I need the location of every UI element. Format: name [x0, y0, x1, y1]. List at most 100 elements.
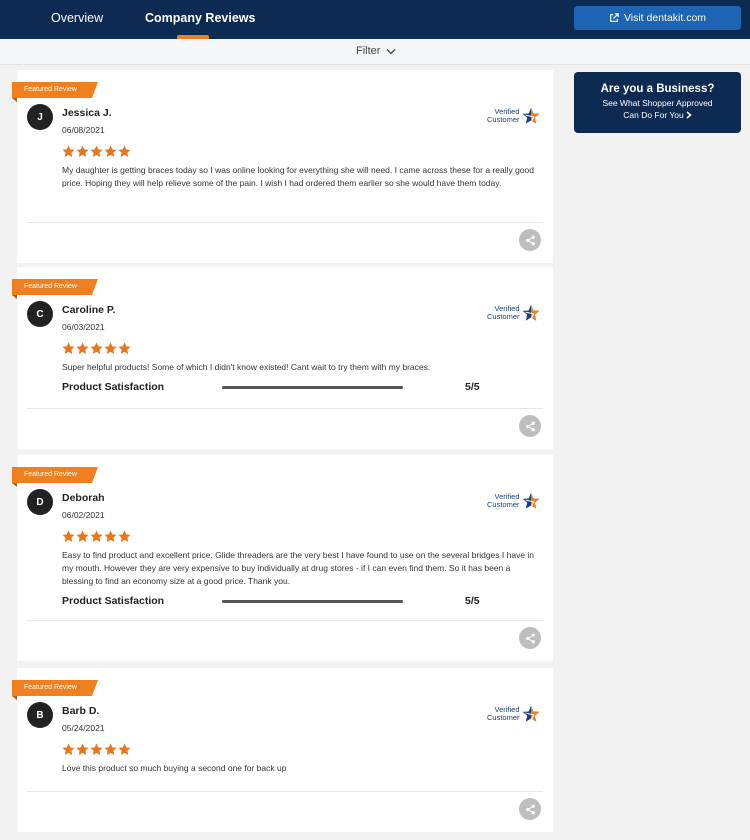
reviewer-name: Caroline P.: [62, 304, 116, 316]
star-icon: [118, 530, 131, 542]
share-button[interactable]: [519, 229, 541, 251]
review-date: 06/03/2021: [62, 322, 105, 332]
chevron-right-icon: [686, 111, 692, 119]
tab-overview[interactable]: Overview: [51, 0, 103, 39]
promo-line-1: See What Shopper Approved: [602, 98, 713, 108]
star-icon: [118, 743, 131, 755]
star-icon: [76, 342, 89, 354]
review-card: Featured Review D Deborah 06/02/2021 Ver…: [12, 455, 553, 661]
tab-company-reviews-label: Company Reviews: [145, 11, 256, 25]
star-icon: [90, 342, 103, 354]
star-rating: [62, 743, 131, 756]
filter-bar: Filter: [0, 39, 750, 65]
review-text: My daughter is getting braces today so I…: [62, 165, 535, 188]
tab-overview-label: Overview: [51, 11, 104, 25]
verified-customer-text: Verified Customer: [487, 303, 520, 321]
star-rating: [62, 342, 131, 355]
filter-label: Filter: [356, 45, 381, 57]
star-icon: [90, 145, 103, 157]
visit-website-label: Visit dentakit.com: [623, 12, 707, 24]
star-icon: [104, 342, 117, 354]
ribbon-fold: [12, 295, 17, 299]
star-icon: [118, 145, 131, 157]
star-icon: [62, 342, 75, 354]
share-button[interactable]: [519, 798, 541, 820]
star-icon: [76, 743, 89, 755]
divider: [27, 408, 543, 409]
avatar: J: [27, 104, 53, 130]
star-icon: [62, 145, 75, 157]
share-button[interactable]: [519, 627, 541, 649]
product-satisfaction-row: Product Satisfaction 5/5: [62, 595, 482, 609]
avatar: B: [27, 702, 53, 728]
review-card: Featured Review J Jessica J. 06/08/2021 …: [12, 70, 553, 263]
verified-star-icon: [522, 107, 539, 124]
divider: [27, 222, 543, 223]
satisfaction-bar-fill: [222, 600, 403, 603]
chevron-down-icon: [386, 48, 396, 54]
reviewer-name: Deborah: [62, 492, 105, 504]
promo-title: Are you a Business?: [600, 83, 715, 95]
ribbon-fold: [12, 696, 17, 700]
star-rating: [62, 145, 131, 158]
product-satisfaction-value: 5/5: [465, 381, 480, 393]
review-text: Super helpful products! Some of which I …: [62, 362, 431, 372]
product-satisfaction-label: Product Satisfaction: [62, 595, 165, 607]
verified-customer-badge: Verified Customer: [487, 304, 540, 322]
filter-dropdown[interactable]: Filter: [356, 45, 396, 57]
satisfaction-bar: [222, 386, 403, 389]
share-icon: [525, 421, 535, 431]
review-date: 05/24/2021: [62, 723, 105, 733]
tab-company-reviews[interactable]: Company Reviews: [145, 0, 255, 39]
star-icon: [104, 145, 117, 157]
verified-star-icon: [522, 492, 539, 509]
star-icon: [62, 743, 75, 755]
divider: [27, 791, 543, 792]
star-icon: [118, 342, 131, 354]
review-card: Featured Review B Barb D. 05/24/2021 Ver…: [12, 668, 553, 832]
avatar: D: [27, 489, 53, 515]
share-icon: [525, 633, 535, 643]
verified-customer-text: Verified Customer: [487, 106, 520, 124]
featured-review-badge: Featured Review: [12, 82, 98, 98]
satisfaction-bar: [222, 600, 403, 603]
verified-star-icon: [522, 705, 539, 722]
ribbon-fold: [12, 483, 17, 487]
star-icon: [76, 145, 89, 157]
visit-website-button[interactable]: Visit dentakit.com: [574, 6, 741, 30]
featured-review-badge: Featured Review: [12, 680, 98, 696]
product-satisfaction-label: Product Satisfaction: [62, 381, 165, 393]
featured-review-badge: Featured Review: [12, 279, 98, 295]
share-icon: [525, 235, 535, 245]
star-icon: [104, 743, 117, 755]
reviewer-name: Jessica J.: [62, 107, 112, 119]
top-nav-bar: Overview Company Reviews Visit dentakit.…: [0, 0, 750, 39]
review-text: Love this product so much buying a secon…: [62, 763, 287, 773]
share-icon: [525, 804, 535, 814]
star-icon: [90, 743, 103, 755]
featured-review-badge: Featured Review: [12, 467, 98, 483]
verified-customer-badge: Verified Customer: [487, 107, 540, 125]
avatar: C: [27, 301, 53, 327]
star-icon: [62, 530, 75, 542]
star-icon: [76, 530, 89, 542]
reviewer-name: Barb D.: [62, 705, 100, 717]
star-rating: [62, 530, 131, 543]
review-card: Featured Review C Caroline P. 06/03/2021…: [12, 267, 553, 449]
verified-star-icon: [522, 304, 539, 321]
review-text: Easy to find product and excellent price…: [62, 550, 535, 586]
verified-customer-text: Verified Customer: [487, 491, 520, 509]
business-promo-banner[interactable]: Are you a Business? See What Shopper App…: [574, 72, 741, 133]
star-icon: [90, 530, 103, 542]
ribbon-fold: [12, 98, 17, 102]
share-button[interactable]: [519, 415, 541, 437]
verified-customer-badge: Verified Customer: [487, 705, 540, 723]
review-date: 06/08/2021: [62, 125, 105, 135]
satisfaction-bar-fill: [222, 386, 403, 389]
divider: [27, 620, 543, 621]
review-date: 06/02/2021: [62, 510, 105, 520]
external-link-icon: [610, 13, 619, 22]
verified-customer-text: Verified Customer: [487, 704, 520, 722]
product-satisfaction-row: Product Satisfaction 5/5: [62, 381, 482, 395]
promo-subtitle: See What Shopper Approved Can Do For You: [574, 97, 741, 121]
